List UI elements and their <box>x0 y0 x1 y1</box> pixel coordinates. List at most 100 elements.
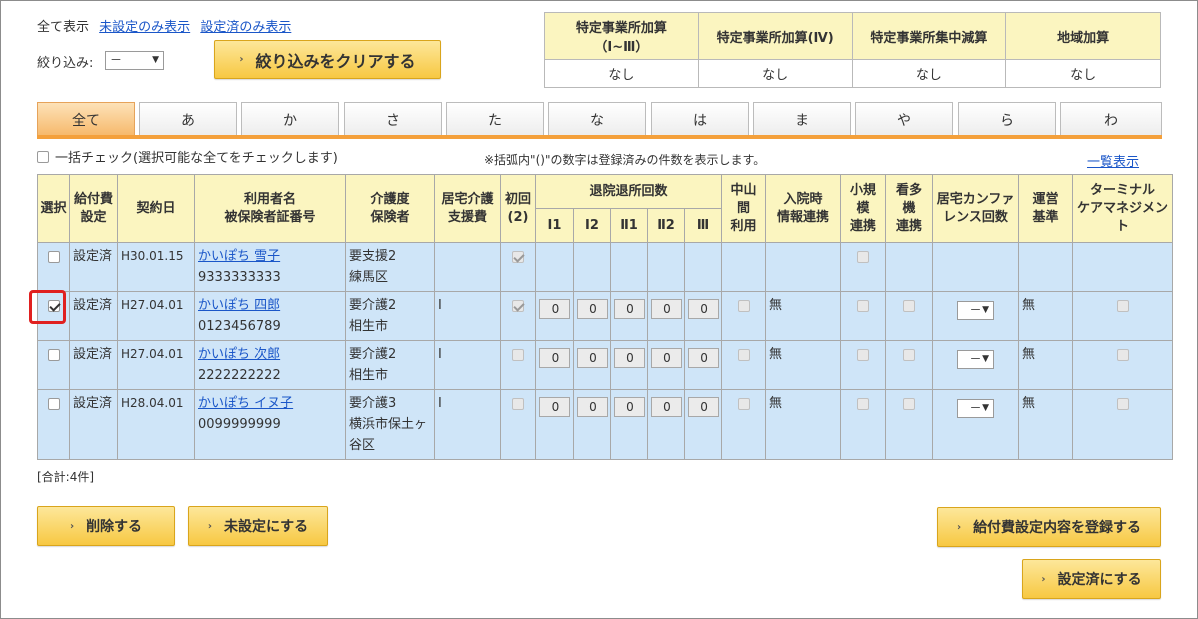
contract-date: H27.04.01 <box>121 298 184 312</box>
tab-ra[interactable]: ら <box>958 102 1056 136</box>
discharge-count-input[interactable]: 0 <box>687 348 719 368</box>
col-contract-date: 契約日 <box>117 174 195 243</box>
discharge-count-input[interactable]: 0 <box>539 348 570 368</box>
row-select-checkbox[interactable] <box>47 397 60 410</box>
tab-wa[interactable]: わ <box>1060 102 1162 136</box>
conference-select[interactable]: － ▼ <box>957 301 995 320</box>
col-discharge-sub: Ⅰ1 <box>535 208 574 243</box>
discharge-count-input[interactable]: 0 <box>539 299 570 319</box>
col-discharge-sub: Ⅲ <box>683 208 723 243</box>
filter-links: 全て表示 未設定のみ表示 設定済のみ表示 <box>37 16 297 35</box>
discharge-count-input[interactable]: 0 <box>576 348 608 368</box>
bulk-check: 一括チェック(選択可能な全てをチェックします) <box>37 147 338 166</box>
insured-number: 2222222222 <box>198 368 281 383</box>
user-name-link[interactable]: かいぽち イヌ子 <box>198 396 293 411</box>
user-name-link[interactable]: かいぽち 雪子 <box>198 249 280 264</box>
tab-ka[interactable]: か <box>241 102 339 136</box>
discharge-count-input[interactable]: 0 <box>576 397 608 417</box>
care-level: 要支援2 <box>349 249 397 264</box>
nakayama-checkbox <box>737 348 750 361</box>
tab-ma[interactable]: ま <box>753 102 851 136</box>
list-view-link[interactable]: 一覧表示 <box>1087 151 1139 170</box>
contract-date: H27.04.01 <box>121 347 184 361</box>
nursing-multi-checkbox <box>903 397 916 410</box>
discharge-count-input[interactable]: 0 <box>613 299 645 319</box>
hospital-link-value: 無 <box>769 298 783 313</box>
discharge-count-input[interactable]: 0 <box>613 348 645 368</box>
bulk-checkbox[interactable] <box>37 150 49 163</box>
tab-a[interactable]: あ <box>139 102 237 136</box>
register-button[interactable]: › 給付費設定内容を登録する <box>937 507 1161 547</box>
conference-select[interactable]: － ▼ <box>957 350 995 369</box>
conference-select[interactable]: － ▼ <box>957 399 995 418</box>
dropdown-arrow-icon: ▼ <box>152 55 159 65</box>
col-care-level: 介護度 保険者 <box>345 174 435 243</box>
chevron-right-icon: › <box>239 54 244 65</box>
discharge-count-input[interactable]: 0 <box>539 397 570 417</box>
tab-sa[interactable]: さ <box>344 102 442 136</box>
show-unset-link[interactable]: 未設定のみ表示 <box>99 20 190 35</box>
nursing-multi-checkbox <box>903 299 916 312</box>
insurer: 相生市 <box>349 368 389 383</box>
discharge-count-input[interactable]: 0 <box>650 397 682 417</box>
tab-na[interactable]: な <box>548 102 646 136</box>
fee-status: 設定済 <box>73 396 113 411</box>
tab-ta[interactable]: た <box>446 102 544 136</box>
table-row: 設定済 H30.01.15 かいぽち 雪子 9333333333 要支援2 練馬区 <box>37 242 1174 292</box>
addon-value: なし <box>697 59 853 88</box>
operation-value: 無 <box>1022 347 1036 362</box>
tab-ya[interactable]: や <box>855 102 953 136</box>
col-discharge: 退院退所回数 <box>534 174 723 209</box>
discharge-count-input[interactable]: 0 <box>687 397 719 417</box>
col-initial: 初回 (2) <box>500 174 536 243</box>
care-level: 要介護3 <box>349 396 397 411</box>
terminal-checkbox <box>1116 299 1129 312</box>
user-name-link[interactable]: かいぽち 四郎 <box>198 298 280 313</box>
user-table: 選択 給付費 設定 契約日 利用者名 被保険者証番号 介護度 保険者 居宅介護 … <box>37 174 1174 460</box>
col-operation: 運営 基準 <box>1018 174 1074 243</box>
conference-value: － <box>969 401 982 415</box>
discharge-count-input[interactable]: 0 <box>687 299 719 319</box>
discharge-count-input[interactable]: 0 <box>650 348 682 368</box>
tab-ha[interactable]: は <box>651 102 749 136</box>
narrow-select-value: － <box>110 53 123 67</box>
hospital-link-value: 無 <box>769 347 783 362</box>
discharge-count-input[interactable]: 0 <box>576 299 608 319</box>
col-support-fee: 居宅介護 支援費 <box>434 174 501 243</box>
fee-status: 設定済 <box>73 347 113 362</box>
kana-tabs: 全て あ か さ た な は ま や ら わ <box>37 102 1162 136</box>
delete-button[interactable]: › 削除する <box>37 506 175 546</box>
insured-number: 9333333333 <box>198 270 281 285</box>
chevron-right-icon: › <box>1041 573 1046 585</box>
dropdown-arrow-icon: ▼ <box>982 305 990 315</box>
show-all-label: 全て表示 <box>37 20 90 35</box>
addon-value: なし <box>544 59 699 88</box>
clear-filter-button[interactable]: › 絞り込みをクリアする <box>214 40 441 79</box>
row-select-checkbox[interactable] <box>47 250 60 263</box>
discharge-count-input[interactable]: 0 <box>613 397 645 417</box>
initial-checkbox <box>512 299 524 312</box>
narrow-select[interactable]: － ▼ <box>105 51 164 70</box>
col-nakayama: 中山 間 利用 <box>721 174 767 243</box>
nakayama-checkbox <box>737 397 750 410</box>
fee-status: 設定済 <box>73 298 113 313</box>
row-select-checkbox[interactable] <box>47 348 60 361</box>
discharge-count-input[interactable]: 0 <box>650 299 682 319</box>
col-nursing-multi: 看多 機 連携 <box>885 174 934 243</box>
terminal-checkbox <box>1116 348 1129 361</box>
user-name-link[interactable]: かいぽち 次郎 <box>198 347 280 362</box>
tab-all[interactable]: 全て <box>37 102 135 136</box>
register-label: 給付費設定内容を登録する <box>973 520 1142 536</box>
set-done-button[interactable]: › 設定済にする <box>1022 559 1161 599</box>
insurer: 横浜市保土ヶ谷区 <box>349 417 428 453</box>
small-scale-checkbox <box>857 397 870 410</box>
initial-checkbox <box>512 348 524 361</box>
unset-button[interactable]: › 未設定にする <box>188 506 328 546</box>
count-note: ※括弧内"()"の数字は登録済みの件数を表示します。 <box>484 153 766 167</box>
show-set-link[interactable]: 設定済のみ表示 <box>200 20 291 35</box>
col-terminal: ターミナル ケアマネジメン ト <box>1072 174 1174 243</box>
nakayama-checkbox <box>737 299 750 312</box>
total-count: [合計:4件] <box>37 470 95 484</box>
insured-number: 0123456789 <box>198 319 281 334</box>
unset-label: 未設定にする <box>223 519 309 535</box>
